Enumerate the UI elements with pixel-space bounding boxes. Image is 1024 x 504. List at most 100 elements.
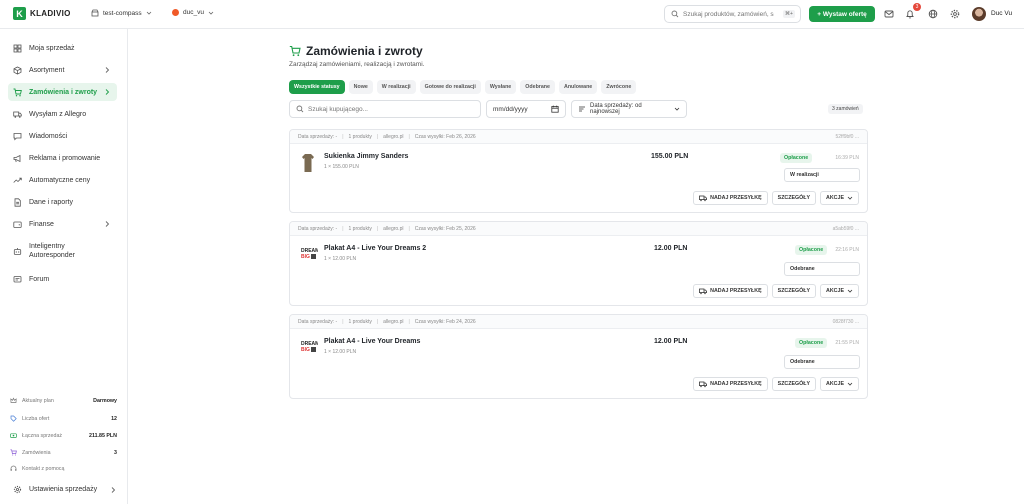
tab-all[interactable]: Wszystkie statusy <box>289 80 345 94</box>
sidebar-item-wysylam[interactable]: Wysyłam z Allegro <box>8 105 117 123</box>
calendar-icon[interactable] <box>551 105 559 113</box>
page-title: Zamówienia i zwroty <box>289 44 423 58</box>
order-card: Data sprzedaży: - | 1 produkty | allegro.p… <box>289 221 868 306</box>
details-button[interactable]: SZCZEGÓŁY <box>771 377 817 391</box>
details-button[interactable]: SZCZEGÓŁY <box>771 191 817 205</box>
order-ship-time: Czas wysyłki: Feb 24, 2026 <box>414 318 476 325</box>
sidebar-item-finanse[interactable]: Finanse <box>8 215 117 233</box>
order-ship-time: Czas wysyłki: Feb 26, 2026 <box>414 133 476 140</box>
sidebar-item-automatyczne-ceny[interactable]: Automatyczne ceny <box>8 171 117 189</box>
sidebar-item-reklama[interactable]: Reklama i promowanie <box>8 149 117 167</box>
ship-button[interactable]: NADAJ PRZESYŁKĘ <box>693 284 768 298</box>
order-id: 52ff9bf0 ... <box>835 133 859 140</box>
global-search-input[interactable] <box>683 10 779 18</box>
order-actions: NADAJ PRZESYŁKĘ SZCZEGÓŁY AKCJE <box>693 377 859 391</box>
sidebar-item-asortyment[interactable]: Asortyment <box>8 61 117 79</box>
support-link[interactable]: Kontakt z pomocą <box>10 465 117 472</box>
ship-label: NADAJ PRZESYŁKĘ <box>710 381 762 387</box>
order-actions: NADAJ PRZESYŁKĘ SZCZEGÓŁY AKCJE <box>693 191 859 205</box>
actions-dropdown[interactable]: AKCJE <box>820 377 859 391</box>
ship-button[interactable]: NADAJ PRZESYŁKĘ <box>693 191 768 205</box>
workspace-switcher[interactable]: test-compass <box>91 9 152 17</box>
order-price: 155.00 PLN <box>651 153 689 160</box>
ship-button[interactable]: NADAJ PRZESYŁKĘ <box>693 377 768 391</box>
chevron-right-icon <box>104 66 110 74</box>
stat-label: Liczba ofert <box>22 415 50 422</box>
order-marketplace: allegro.pl <box>383 318 404 325</box>
order-products-count: 1 produkty <box>348 225 372 232</box>
tab-new[interactable]: Nowe <box>348 80 373 94</box>
headset-icon <box>10 465 17 472</box>
cart-icon <box>13 88 22 97</box>
chevron-down-icon <box>208 10 214 16</box>
sidebar-item-label: Asortyment <box>29 66 65 74</box>
tab-received[interactable]: Odebrane <box>520 80 555 94</box>
sidebar-item-label: Dane i raporty <box>29 198 73 206</box>
product-thumbnail-poster[interactable]: DREAM BIG <box>300 244 318 264</box>
order-sale-date: Data sprzedaży: - <box>298 318 338 325</box>
search-icon <box>671 10 679 18</box>
tab-in-progress[interactable]: W realizacji <box>376 80 416 94</box>
user-name[interactable]: Duc Vu <box>991 10 1012 17</box>
details-button[interactable]: SZCZEGÓŁY <box>771 284 817 298</box>
sidebar-item-autoresponder[interactable]: Inteligentny Autoresponder <box>8 239 117 263</box>
order-header: Data sprzedaży: - | 1 produkty | allegro.p… <box>290 315 867 329</box>
document-icon <box>13 197 22 207</box>
wallet-icon <box>13 220 22 229</box>
logo-text: KLADIVIO <box>30 9 71 18</box>
page-title-text: Zamówienia i zwroty <box>306 44 423 58</box>
stat-offers: Liczba ofert 12 <box>10 415 117 422</box>
sidebar-item-wiadomosci[interactable]: Wiadomości <box>8 127 117 145</box>
product-name[interactable]: Plakat A4 - Live Your Dreams 2 <box>324 245 426 252</box>
product-name[interactable]: Plakat A4 - Live Your Dreams <box>324 338 420 345</box>
product-name[interactable]: Sukienka Jimmy Sanders <box>324 153 408 160</box>
stat-label: Łączna sprzedaż <box>22 432 63 439</box>
tab-sent[interactable]: Wysłane <box>484 80 517 94</box>
sidebar-item-zamowienia[interactable]: Zamówienia i zwroty <box>8 83 117 101</box>
gear-icon[interactable] <box>949 8 961 20</box>
order-status-select[interactable]: Odebrane <box>784 355 860 369</box>
order-price: 12.00 PLN <box>654 338 688 345</box>
product-thumbnail-poster[interactable]: DREAM BIG <box>300 337 318 357</box>
add-offer-button[interactable]: + Wystaw ofertę <box>809 6 875 22</box>
buyer-search-input[interactable] <box>308 105 468 113</box>
global-search[interactable]: ⌘+ <box>664 5 801 23</box>
tab-ready[interactable]: Gotowe do realizacji <box>419 80 481 94</box>
sort-dropdown[interactable]: Data sprzedaży: od najnowszej <box>571 100 687 118</box>
order-status-select[interactable]: Odebrane <box>784 262 860 276</box>
sidebar-item-dane[interactable]: Dane i raporty <box>8 193 117 211</box>
app-logo[interactable]: K KLADIVIO <box>13 7 71 20</box>
gear-icon <box>13 485 22 494</box>
cart-icon <box>10 449 17 456</box>
buyer-search[interactable] <box>289 100 481 118</box>
tab-returned[interactable]: Zwrócone <box>601 80 637 94</box>
sidebar-item-label: Automatyczne ceny <box>29 176 91 184</box>
product-qty: 1 × 155.00 PLN <box>324 164 359 170</box>
order-actions: NADAJ PRZESYŁKĘ SZCZEGÓŁY AKCJE <box>693 284 859 298</box>
order-status-select[interactable]: W realizacji <box>784 168 860 182</box>
product-thumbnail-dress[interactable] <box>300 153 316 173</box>
sales-settings[interactable]: Ustawienia sprzedaży <box>13 485 116 494</box>
sidebar-item-label: Reklama i promowanie <box>29 154 101 162</box>
user-avatar[interactable] <box>972 7 986 21</box>
actions-dropdown[interactable]: AKCJE <box>820 284 859 298</box>
order-time: 22:16 PLN <box>835 247 859 253</box>
order-price: 12.00 PLN <box>654 245 688 252</box>
svg-text:BIG: BIG <box>301 254 310 260</box>
tab-cancelled[interactable]: Anulowane <box>559 80 598 94</box>
globe-icon[interactable] <box>927 8 939 20</box>
mail-icon[interactable] <box>883 8 895 20</box>
sidebar-item-forum[interactable]: Forum <box>8 270 117 288</box>
order-sale-date: Data sprzedaży: - <box>298 225 338 232</box>
actions-dropdown[interactable]: AKCJE <box>820 191 859 205</box>
date-filter[interactable]: mm/dd/yyyy <box>486 100 566 118</box>
sidebar-item-moja-sprzedaz[interactable]: Moja sprzedaż <box>8 39 117 57</box>
sort-icon <box>578 105 586 113</box>
message-icon <box>13 132 22 141</box>
stat-label: Kontakt z pomocą <box>22 465 65 472</box>
trend-icon <box>13 176 22 185</box>
account-switcher[interactable]: duc_vu <box>172 9 214 16</box>
order-products-count: 1 produkty <box>348 318 372 325</box>
settings-label: Ustawienia sprzedaży <box>29 486 98 493</box>
logo-mark: K <box>13 7 26 20</box>
